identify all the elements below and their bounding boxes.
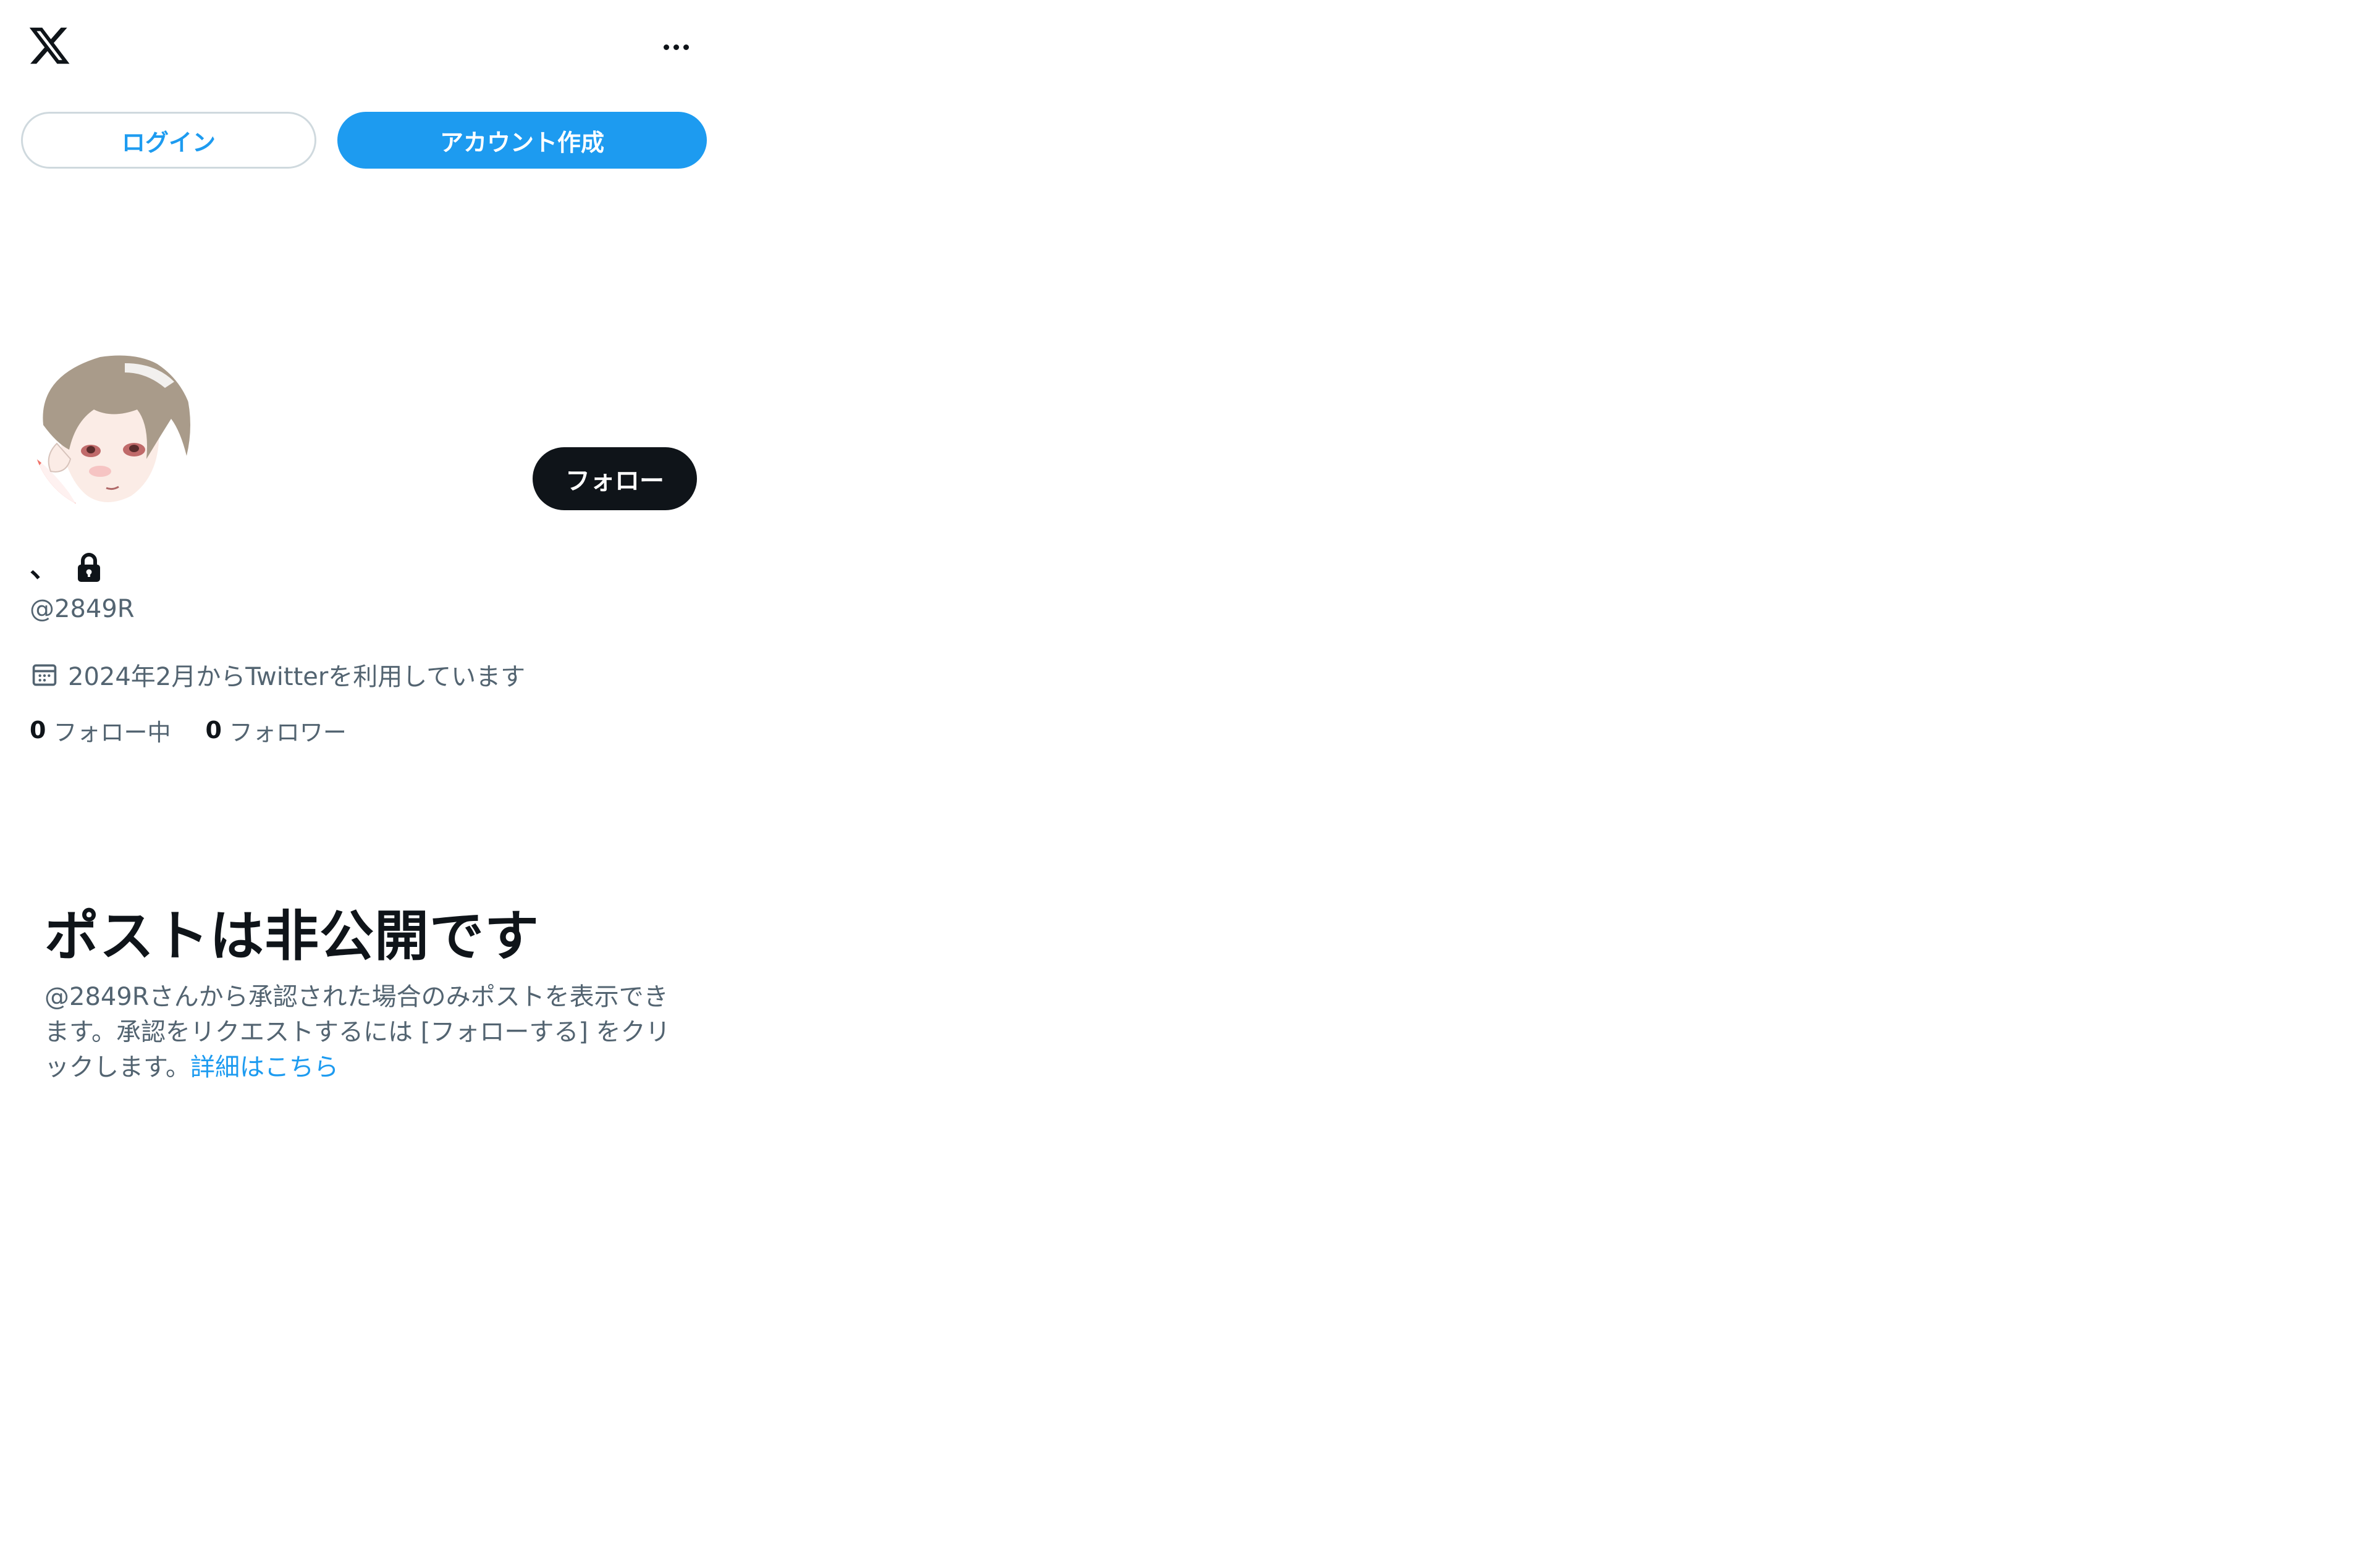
private-posts-description: @2849Rさんから承認された場合のみポストを表示できます。承認をリクエストする…	[44, 980, 687, 1085]
join-date-text: 2024年2月からTwitterを利用しています	[68, 663, 526, 691]
following-label: フォロー中	[53, 718, 171, 746]
follow-button[interactable]: フォロー	[533, 447, 697, 510]
followers-label: フォロワー	[229, 718, 347, 746]
following-count: 0	[30, 717, 46, 744]
lock-icon	[75, 552, 103, 583]
join-date: 2024年2月からTwitterを利用しています	[31, 656, 525, 693]
follow-stats: 0 フォロー中 0 フォロワー	[30, 712, 381, 749]
private-description-text: @2849Rさんから承認された場合のみポストを表示できます。承認をリクエストする…	[44, 983, 670, 1082]
user-handle: @2849R	[30, 595, 135, 623]
followers-link[interactable]: 0 フォロワー	[205, 713, 346, 747]
avatar[interactable]	[32, 351, 194, 513]
dot	[673, 44, 679, 50]
display-name: 、	[30, 550, 58, 584]
more-horizontal-icon	[663, 44, 669, 50]
private-posts-title: ポストは非公開です	[44, 904, 540, 968]
create-account-button[interactable]: アカウント作成	[337, 112, 707, 169]
followers-count: 0	[205, 717, 222, 744]
dot	[683, 44, 689, 50]
login-button[interactable]: ログイン	[21, 112, 316, 169]
calendar-icon	[31, 661, 58, 688]
following-link[interactable]: 0 フォロー中	[30, 713, 171, 747]
more-options-button[interactable]	[651, 32, 701, 62]
x-logo-icon[interactable]	[27, 23, 72, 68]
learn-more-link[interactable]: 詳細はこちら	[190, 1053, 339, 1082]
